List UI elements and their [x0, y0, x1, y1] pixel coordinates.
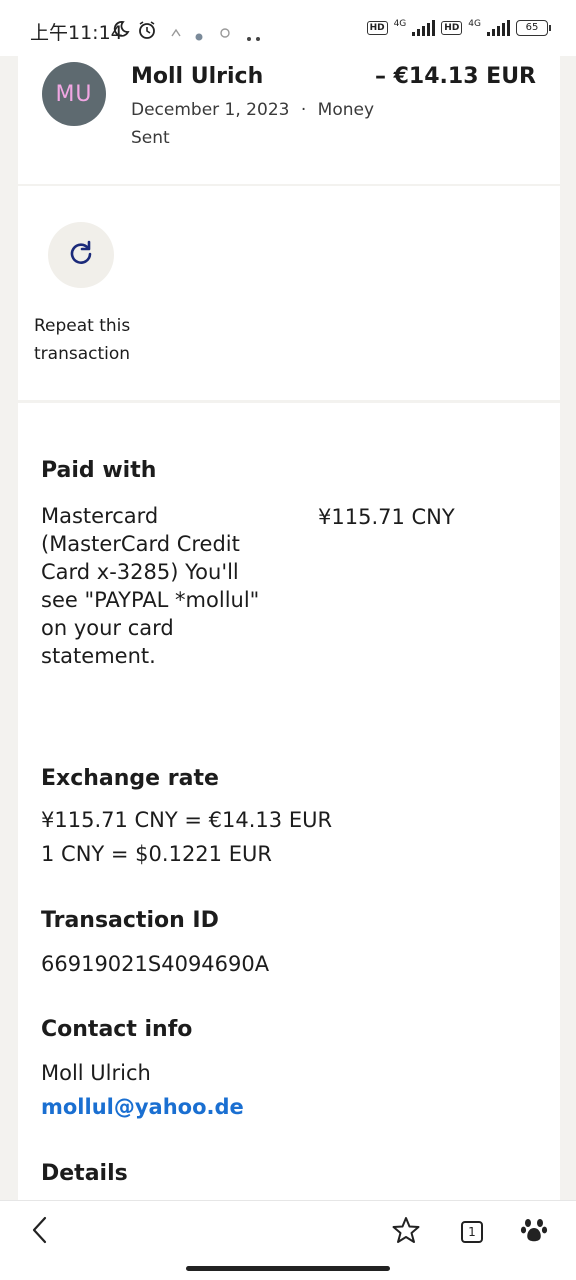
paid-with-amount: ¥115.71 CNY [318, 505, 455, 529]
repeat-transaction-label[interactable]: Repeat this transaction [34, 312, 184, 368]
notification-dot-icon [195, 26, 203, 45]
refresh-icon [67, 239, 95, 271]
bookmark-button[interactable] [386, 1215, 426, 1249]
more-notifications-icon [246, 27, 262, 46]
paid-with-description: Mastercard (MasterCard Credit Card x-328… [41, 504, 260, 668]
contact-name: Moll Ulrich [41, 1061, 151, 1085]
transaction-detail-content[interactable]: MU Moll Ulrich – €14.13 EUR December 1, … [0, 56, 576, 1200]
home-indicator[interactable] [186, 1266, 390, 1271]
exchange-rate-title: Exchange rate [41, 766, 219, 791]
signal-icon [412, 20, 436, 36]
network-type-1: 4G [393, 19, 407, 29]
exchange-rate-line2: 1 CNY = $0.1221 EUR [41, 842, 272, 866]
exchange-rate-line1: ¥115.71 CNY = €14.13 EUR [41, 808, 333, 832]
star-icon [392, 1216, 420, 1248]
chevron-left-icon [30, 1215, 50, 1249]
transaction-date: December 1, 2023 [131, 100, 290, 120]
status-time: 上午11:14 [30, 22, 123, 44]
contact-email-link[interactable]: mollul@yahoo.de [41, 1093, 244, 1121]
transaction-header-card: MU Moll Ulrich – €14.13 EUR December 1, … [18, 56, 560, 184]
moon-icon [112, 20, 130, 42]
back-button[interactable] [20, 1215, 60, 1249]
hd-badge: HD [366, 21, 388, 35]
status-right-group: HD 4G HD 4G 65 [366, 19, 551, 36]
transaction-id-title: Transaction ID [41, 908, 219, 933]
recipient-name: Moll Ulrich [131, 64, 264, 89]
browser-home-button[interactable] [514, 1215, 554, 1249]
details-title: Details [41, 1161, 128, 1186]
transaction-id-value: 66919021S4094690A [41, 952, 270, 976]
battery-icon: 65 [516, 20, 551, 36]
tabs-button[interactable]: 1 [452, 1215, 492, 1249]
tab-count-badge: 1 [461, 1221, 483, 1243]
avatar: MU [42, 62, 106, 126]
actions-card: Repeat this transaction [18, 186, 560, 400]
details-card: Paid with Mastercard (MasterCard Credit … [18, 403, 560, 1200]
notification-app-icon [219, 24, 231, 43]
transaction-meta: December 1, 2023 · Money Sent [131, 96, 381, 152]
network-type-2: 4G [468, 19, 481, 29]
paw-icon [520, 1216, 548, 1248]
paid-with-title: Paid with [41, 458, 157, 483]
browser-bottom-nav: 1 [0, 1200, 576, 1280]
notification-icon [170, 24, 182, 43]
meta-separator: · [300, 100, 307, 120]
hd-badge-2: HD [441, 21, 463, 35]
contact-info-title: Contact info [41, 1017, 193, 1042]
alarm-icon [137, 20, 157, 44]
repeat-transaction-button[interactable] [48, 222, 114, 288]
status-bar: 上午11:14 HD 4G HD 4G 65 [0, 0, 576, 56]
transaction-amount: – €14.13 EUR [374, 64, 536, 89]
signal-icon-2 [487, 20, 510, 36]
